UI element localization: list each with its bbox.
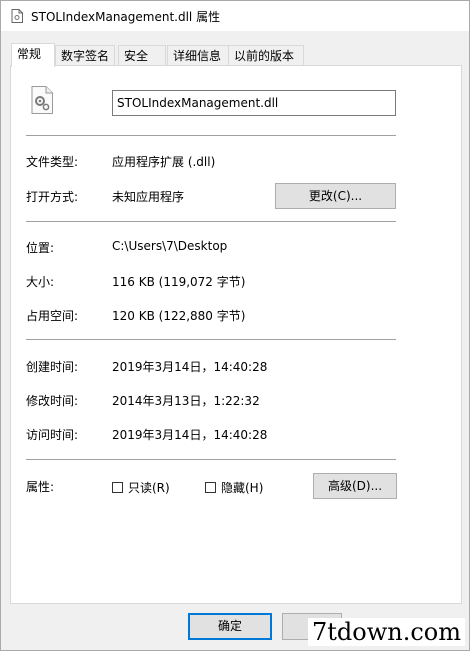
file-type-label: 文件类型: xyxy=(26,155,79,169)
created-label: 创建时间: xyxy=(26,360,79,374)
readonly-checkbox-box[interactable] xyxy=(112,482,123,493)
size-on-disk-label: 占用空间: xyxy=(26,309,79,323)
open-with-value: 未知应用程序 xyxy=(112,190,185,204)
tab-general[interactable]: 常规 xyxy=(11,43,55,67)
hidden-checkbox[interactable]: 隐藏(H) xyxy=(205,479,263,496)
size-label: 大小: xyxy=(26,275,55,289)
title-bar[interactable]: STOLIndexManagement.dll 属性 xyxy=(1,1,469,31)
readonly-checkbox-label: 只读(R) xyxy=(128,481,170,495)
modified-label: 修改时间: xyxy=(26,394,79,408)
location-label: 位置: xyxy=(26,241,55,255)
separator xyxy=(26,221,396,222)
tab-previous-versions[interactable]: 以前的版本 xyxy=(228,45,304,66)
general-panel: STOLIndexManagement.dll 文件类型: 应用程序扩展 (.d… xyxy=(10,65,462,604)
hidden-checkbox-label: 隐藏(H) xyxy=(221,481,264,495)
size-value: 116 KB (119,072 字节) xyxy=(112,275,246,289)
separator xyxy=(26,135,396,136)
watermark: 7tdown.com xyxy=(307,618,465,646)
file-name-field[interactable]: STOLIndexManagement.dll xyxy=(112,90,396,116)
properties-window: STOLIndexManagement.dll 属性 常规 数字签名 安全 详细… xyxy=(0,0,470,651)
hidden-checkbox-box[interactable] xyxy=(205,482,216,493)
advanced-button[interactable]: 高级(D)... xyxy=(313,473,397,499)
readonly-checkbox[interactable]: 只读(R) xyxy=(112,479,170,496)
accessed-label: 访问时间: xyxy=(26,428,79,442)
dll-gear-file-icon xyxy=(31,86,53,114)
attributes-label: 属性: xyxy=(26,480,55,494)
size-on-disk-value: 120 KB (122,880 字节) xyxy=(112,309,246,323)
accessed-value: 2019年3月14日，14:40:28 xyxy=(112,428,268,442)
separator xyxy=(26,339,396,340)
location-value: C:\Users\7\Desktop xyxy=(112,239,228,253)
tab-details[interactable]: 详细信息 xyxy=(167,45,231,66)
file-type-value: 应用程序扩展 (.dll) xyxy=(112,155,216,169)
modified-value: 2014年3月13日，1:22:32 xyxy=(112,394,260,408)
tab-security[interactable]: 安全 xyxy=(118,45,166,66)
ok-button[interactable]: 确定 xyxy=(188,613,272,640)
separator xyxy=(26,459,396,460)
change-button[interactable]: 更改(C)... xyxy=(275,183,396,209)
window-title: STOLIndexManagement.dll 属性 xyxy=(31,10,221,24)
dll-file-icon xyxy=(11,9,23,23)
tab-digital-signatures[interactable]: 数字签名 xyxy=(55,45,115,66)
created-value: 2019年3月14日，14:40:28 xyxy=(112,360,268,374)
open-with-label: 打开方式: xyxy=(26,190,79,204)
